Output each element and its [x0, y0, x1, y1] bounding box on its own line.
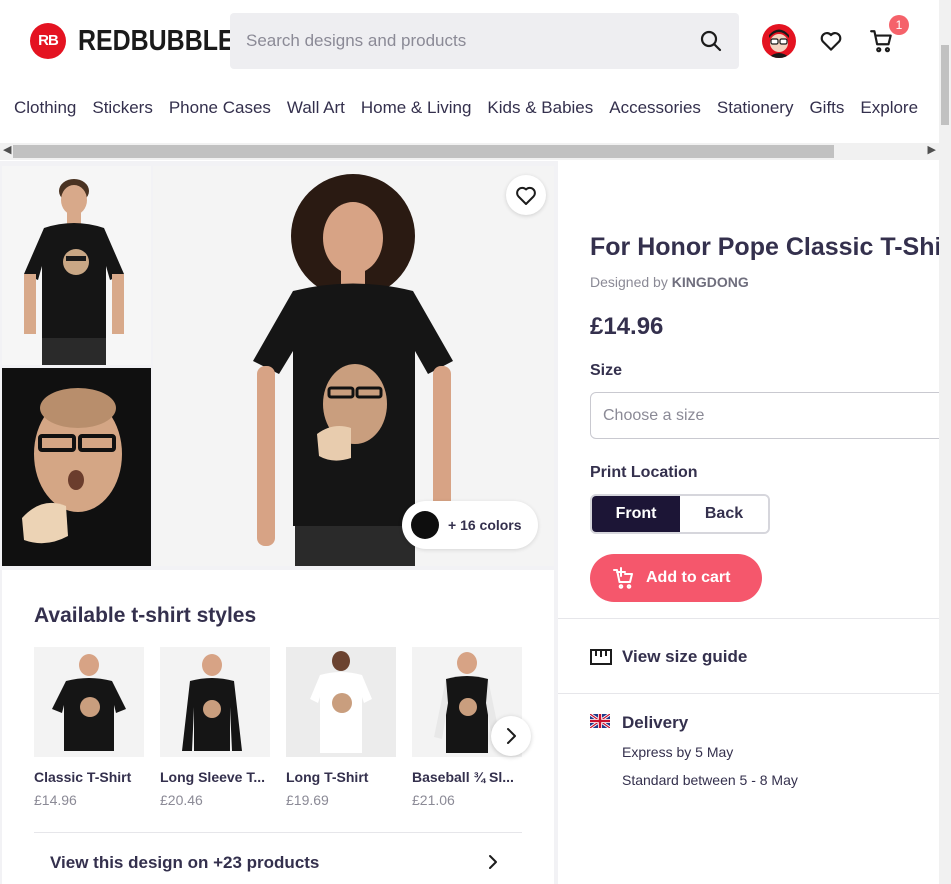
print-front-button[interactable]: Front [592, 496, 680, 532]
nav-item-kids-babies[interactable]: Kids & Babies [487, 98, 593, 118]
view-size-guide-link[interactable]: View size guide [622, 647, 747, 667]
nav-item-clothing[interactable]: Clothing [14, 98, 76, 118]
size-select[interactable]: Choose a size [590, 392, 950, 439]
avatar-glasses-icon [768, 29, 790, 58]
delivery-heading: Delivery [622, 713, 689, 732]
site-header: RB REDBUBBLE 1 [0, 0, 939, 84]
product-details-panel: For Honor Pope Classic T-Shirt Designed … [558, 166, 951, 884]
nav-item-gifts[interactable]: Gifts [809, 98, 844, 118]
nav-scrollbar-thumb[interactable] [13, 145, 834, 158]
divider [558, 618, 939, 619]
style-price: £21.06 [412, 792, 455, 808]
product-title: For Honor Pope Classic T-Shirt [590, 233, 951, 261]
product-price: £14.96 [590, 313, 664, 340]
thumbnail-design[interactable] [2, 368, 151, 566]
user-avatar[interactable] [762, 24, 796, 58]
thumbnail-model[interactable] [2, 166, 151, 365]
divider [34, 832, 522, 833]
logo-mark-text: RB [38, 32, 59, 49]
style-name: Classic T-Shirt [34, 769, 132, 785]
thumbnail-model-image [2, 166, 151, 365]
style-name: Long T-Shirt [286, 769, 369, 785]
uk-flag-icon [590, 714, 610, 728]
size-placeholder: Choose a size [603, 407, 705, 424]
scroll-left-arrow-icon[interactable]: ◀ [3, 143, 11, 156]
available-styles-panel: Available t-shirt styles Classic T-Shirt… [2, 570, 554, 884]
delivery-express: Express by 5 May [622, 744, 734, 760]
style-card-long-sleeve[interactable]: Long Sleeve T... £20.46 [160, 647, 270, 808]
nav-item-explore[interactable]: Explore [860, 98, 918, 118]
chevron-right-icon[interactable] [484, 853, 502, 871]
style-price: £14.96 [34, 792, 77, 808]
search-bar [230, 13, 739, 69]
nav-item-phone-cases[interactable]: Phone Cases [169, 98, 271, 118]
nav-item-stationery[interactable]: Stationery [717, 98, 794, 118]
designer-link[interactable]: KINGDONG [672, 274, 749, 290]
style-image [286, 647, 396, 757]
style-image [160, 647, 270, 757]
page-scrollbar-thumb[interactable] [941, 45, 949, 125]
style-card-long-tshirt[interactable]: Long T-Shirt £19.69 [286, 647, 396, 808]
redbubble-logo[interactable]: RB REDBUBBLE [30, 23, 260, 59]
heart-icon [516, 186, 536, 205]
logo-mark-icon: RB [30, 23, 66, 59]
styles-next-button[interactable] [491, 716, 531, 756]
add-to-cart-label: Add to cart [646, 569, 731, 586]
style-name: Long Sleeve T... [160, 769, 266, 785]
wishlist-heart-icon[interactable] [818, 28, 844, 54]
nav-item-home-living[interactable]: Home & Living [361, 98, 472, 118]
print-location-toggle: Front Back [590, 494, 770, 534]
divider [558, 693, 939, 694]
nav-item-accessories[interactable]: Accessories [609, 98, 701, 118]
nav-item-stickers[interactable]: Stickers [92, 98, 152, 118]
color-picker-chip[interactable]: + 16 colors [402, 501, 538, 549]
nav-horizontal-scrollbar[interactable]: ◀ ▶ [0, 143, 939, 160]
print-location-label: Print Location [590, 464, 698, 481]
thumbnail-design-image [2, 368, 151, 566]
size-label: Size [590, 362, 623, 379]
page-vertical-scrollbar[interactable] [939, 0, 951, 884]
chevron-right-icon [507, 728, 516, 744]
style-price: £20.46 [160, 792, 203, 808]
style-card-classic[interactable]: Classic T-Shirt £14.96 [34, 647, 144, 808]
scroll-right-arrow-icon[interactable]: ▶ [928, 143, 936, 156]
add-to-cart-button[interactable]: Add to cart [590, 554, 762, 602]
view-design-link[interactable]: View this design on +23 products [50, 853, 319, 873]
delivery-standard: Standard between 5 - 8 May [622, 772, 798, 788]
more-colors-label: + 16 colors [448, 517, 522, 533]
search-input[interactable] [230, 13, 690, 69]
style-price: £19.69 [286, 792, 329, 808]
styles-heading: Available t-shirt styles [34, 604, 257, 627]
nav-item-wall-art[interactable]: Wall Art [287, 98, 345, 118]
style-name: Baseball ¾ Sl... [412, 769, 514, 785]
add-to-favorites-button[interactable] [506, 175, 546, 215]
logo-text: REDBUBBLE [78, 24, 235, 57]
style-image [34, 647, 144, 757]
designed-by-label: Designed by [590, 274, 668, 290]
cart-count-badge: 1 [889, 15, 909, 35]
category-nav: Clothing Stickers Phone Cases Wall Art Home … [0, 98, 939, 134]
ruler-icon [590, 649, 612, 665]
search-icon[interactable] [699, 29, 723, 53]
designer-credit: Designed by KINGDONG [590, 274, 749, 290]
print-back-button[interactable]: Back [680, 496, 768, 532]
selected-color-swatch [411, 511, 439, 539]
cart-plus-icon [613, 567, 633, 589]
